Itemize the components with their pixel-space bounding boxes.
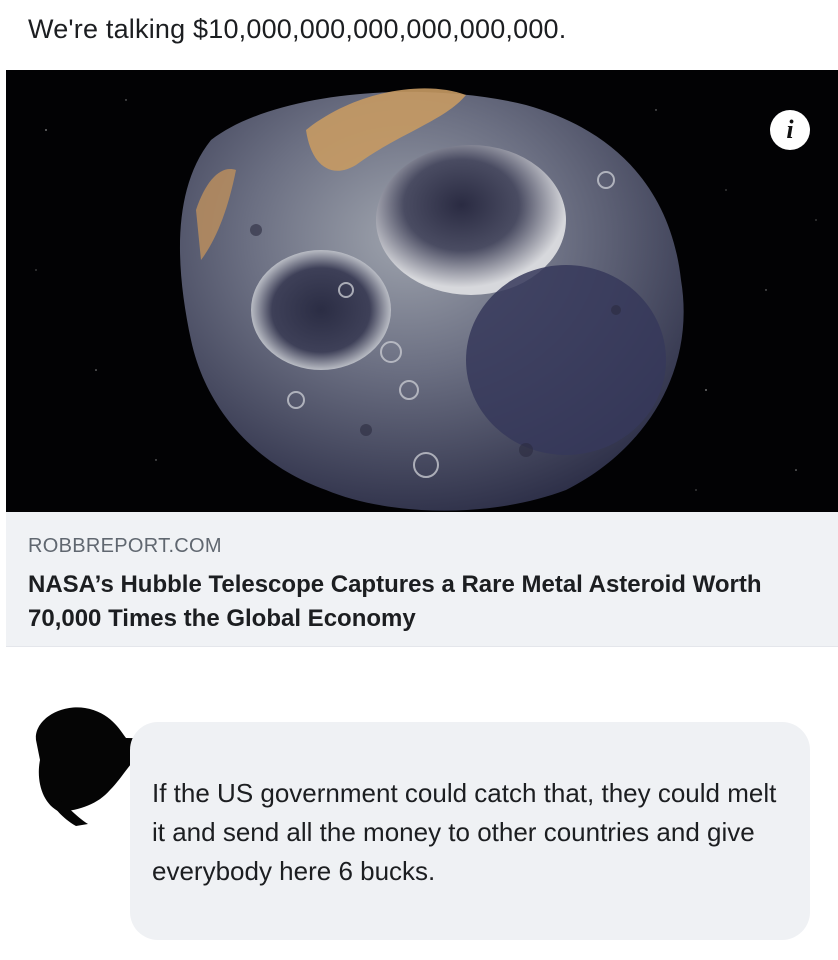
- asteroid-illustration: [6, 70, 838, 512]
- link-title[interactable]: NASA’s Hubble Telescope Captures a Rare …: [28, 568, 820, 636]
- comment-bubble: If the US government could catch that, t…: [130, 722, 810, 940]
- post-text: We're talking $10,000,000,000,000,000,00…: [28, 14, 567, 44]
- link-preview-card[interactable]: i ROBBREPORT.COM NASA’s Hubble Telescope…: [6, 70, 838, 647]
- info-icon[interactable]: i: [770, 110, 810, 150]
- link-preview-image[interactable]: i: [6, 70, 838, 512]
- link-domain: ROBBREPORT.COM: [28, 535, 222, 557]
- comment-text: If the US government could catch that, t…: [152, 778, 777, 886]
- link-preview-meta[interactable]: ROBBREPORT.COM NASA’s Hubble Telescope C…: [28, 532, 820, 636]
